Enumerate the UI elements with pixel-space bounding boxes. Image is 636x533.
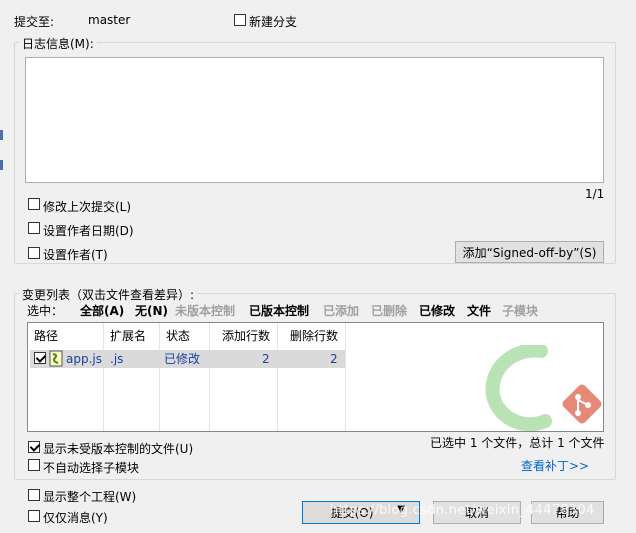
filter-none[interactable]: 无(N) [135,302,168,319]
selection-summary: 已选中 1 个文件，总计 1 个文件 [430,436,605,450]
row-ext: .js [110,352,124,366]
column-separator [209,323,210,431]
signoff-button[interactable]: 添加“Signed-off-by”(S) [455,241,604,263]
show-unversioned-checkbox[interactable] [28,441,40,453]
no-auto-submodule-label: 不自动选择子模块 [43,461,140,475]
column-header-path[interactable]: 路径 [28,323,58,349]
show-unversioned-label: 显示未受版本控制的文件(U) [43,442,194,456]
set-author-checkbox[interactable] [28,247,40,259]
window-edge [0,160,3,170]
row-status: 已修改 [164,352,201,366]
amend-checkbox[interactable] [28,198,40,210]
row-checkbox[interactable] [34,352,46,364]
window-edge [0,130,3,140]
filter-deleted[interactable]: 已删除 [371,302,407,319]
js-file-icon [49,350,63,367]
column-header-deleted-lines[interactable]: 删除行数 [284,323,338,349]
row-added-lines: 2 [262,352,270,366]
new-branch-checkbox[interactable] [234,14,246,26]
line-counter: 1/1 [585,187,605,201]
message-only-checkbox[interactable] [28,510,40,522]
row-deleted-lines: 2 [330,352,338,366]
new-branch-label: 新建分支 [249,15,298,29]
view-patch-link[interactable]: 查看补丁>> [521,457,589,474]
column-separator [345,323,346,431]
row-path: app.js [66,352,102,366]
filter-added[interactable]: 已添加 [323,302,359,319]
watermark: https://blog.csdn.net/weixin_44478304 [330,503,595,518]
filter-submodules[interactable]: 子模块 [502,302,538,319]
set-author-label: 设置作者(T) [43,248,108,262]
column-header-status[interactable]: 状态 [160,323,190,349]
filter-files[interactable]: 文件 [467,302,491,319]
set-date-checkbox[interactable] [28,222,40,234]
git-tortoise-logo [485,345,602,431]
set-date-label: 设置作者日期(D) [43,224,134,238]
commit-message-input[interactable] [25,57,604,183]
column-header-added-lines[interactable]: 添加行数 [216,323,270,349]
filter-modified[interactable]: 已修改 [419,302,455,319]
filter-unversioned[interactable]: 未版本控制 [175,302,235,319]
show-whole-project-label: 显示整个工程(W) [43,490,137,504]
column-header-ext[interactable]: 扩展名 [104,323,146,349]
filter-versioned[interactable]: 已版本控制 [249,302,309,319]
message-group-title: 日志信息(M): [19,35,97,52]
show-whole-project-checkbox[interactable] [28,489,40,501]
no-auto-submodule-checkbox[interactable] [28,459,40,471]
column-separator [277,323,278,431]
file-list[interactable]: 路径 扩展名 状态 添加行数 删除行数 app.js .js 已修改 2 2 [27,322,604,432]
filter-all[interactable]: 全部(A) [80,302,124,319]
message-only-label: 仅仅消息(Y) [43,511,108,525]
select-label: 选中： [27,304,64,318]
branch-name: master [88,13,131,27]
amend-label: 修改上次提交(L) [43,200,132,214]
commit-to-label: 提交至: [14,15,55,29]
changes-group-title: 变更列表（双击文件查看差异）: [19,286,198,303]
